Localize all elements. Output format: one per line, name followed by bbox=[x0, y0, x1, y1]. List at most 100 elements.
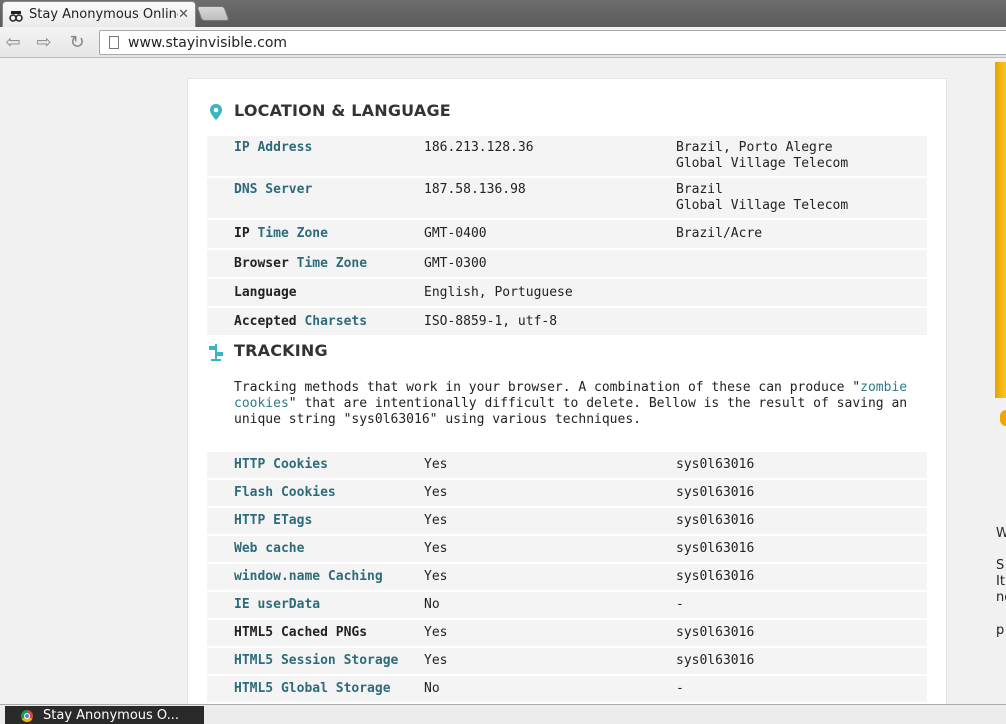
ad-badge bbox=[1000, 410, 1006, 426]
forward-icon[interactable]: ⇨ bbox=[34, 33, 54, 53]
page-viewport: LOCATION & LANGUAGE IP Address 186.213.12… bbox=[0, 59, 1006, 704]
tracking-method-label[interactable]: HTTP Cookies bbox=[207, 457, 424, 473]
incognito-icon bbox=[9, 8, 23, 22]
label-link[interactable]: IP Address bbox=[234, 140, 312, 155]
location-row-detail: Brazil/Acre bbox=[676, 226, 763, 241]
tracking-desc-text-2: " that are intentionally difficult to de… bbox=[234, 396, 908, 427]
tracking-row: HTML5 Cached PNGs Yes sys0l63016 bbox=[207, 620, 927, 646]
tracking-row: window.name Caching Yes sys0l63016 bbox=[207, 564, 927, 590]
side-text-1: W bbox=[996, 526, 1006, 541]
tracking-desc-text-1: Tracking methods that work in your brows… bbox=[234, 380, 861, 395]
location-row: IP Time Zone GMT-0400 Brazil/Acre bbox=[207, 220, 927, 248]
location-section-title: LOCATION & LANGUAGE bbox=[234, 101, 451, 120]
tracking-method-result: sys0l63016 bbox=[676, 457, 755, 472]
tracking-method-result: sys0l63016 bbox=[676, 653, 755, 668]
location-row-detail: Brazil Global Village Telecom bbox=[676, 182, 849, 213]
location-row-label: IP Time Zone bbox=[207, 226, 424, 242]
label-text: Accepted bbox=[234, 314, 305, 329]
tracking-method-result: sys0l63016 bbox=[676, 485, 755, 500]
address-bar[interactable]: www.stayinvisible.com bbox=[99, 30, 1006, 55]
signpost-icon bbox=[208, 343, 224, 361]
location-row: Accepted Charsets ISO-8859-1, utf-8 bbox=[207, 308, 927, 335]
browser-tab[interactable]: Stay Anonymous Online ✕ bbox=[2, 1, 196, 27]
label-text: Browser bbox=[234, 256, 297, 271]
location-row-value: GMT-0400 bbox=[424, 226, 487, 241]
location-row-label: IP Address bbox=[207, 140, 424, 172]
label-link[interactable]: Charsets bbox=[304, 314, 367, 329]
tracking-table: HTTP Cookies Yes sys0l63016 Flash Cookies Ye… bbox=[207, 452, 927, 704]
tab-title: Stay Anonymous Online bbox=[29, 7, 179, 22]
tracking-description: Tracking methods that work in your brows… bbox=[234, 380, 924, 428]
os-taskbar: Stay Anonymous O... bbox=[0, 704, 1006, 724]
tracking-method-result: - bbox=[676, 681, 684, 696]
tracking-method-status: Yes bbox=[424, 541, 448, 556]
side-text-4: nc bbox=[996, 590, 1006, 605]
label-link[interactable]: DNS Server bbox=[234, 182, 312, 197]
location-row-label: Language bbox=[207, 285, 424, 300]
tracking-method-status: Yes bbox=[424, 569, 448, 584]
location-row: DNS Server 187.58.136.98 Brazil Global Vil… bbox=[207, 178, 927, 218]
location-row-detail: Brazil, Porto Alegre Global Village Tele… bbox=[676, 140, 849, 171]
location-row-detail bbox=[676, 256, 926, 271]
tracking-method-status: Yes bbox=[424, 513, 448, 528]
tracking-method-label[interactable]: Web cache bbox=[207, 541, 424, 557]
tracking-method-label[interactable]: HTTP ETags bbox=[207, 513, 424, 529]
tracking-method-status: Yes bbox=[424, 485, 448, 500]
new-tab-button[interactable] bbox=[196, 6, 230, 21]
label-link[interactable]: Time Zone bbox=[257, 226, 327, 241]
label-text: IP bbox=[234, 226, 258, 241]
url-text[interactable]: www.stayinvisible.com bbox=[128, 35, 287, 51]
taskbar-window-label: Stay Anonymous O... bbox=[43, 708, 180, 723]
taskbar-window-button[interactable]: Stay Anonymous O... bbox=[5, 706, 204, 724]
tracking-row: HTTP Cookies Yes sys0l63016 bbox=[207, 452, 927, 478]
side-text-2: S bbox=[996, 558, 1005, 573]
location-row: IP Address 186.213.128.36 Brazil, Porto Al… bbox=[207, 136, 927, 176]
tab-strip: Stay Anonymous Online ✕ bbox=[0, 0, 1006, 27]
tracking-method-result: sys0l63016 bbox=[676, 513, 755, 528]
tracking-method-label[interactable]: IE userData bbox=[207, 597, 424, 613]
location-row-value: ISO-8859-1, utf-8 bbox=[424, 314, 558, 329]
location-row-value: English, Portuguese bbox=[424, 285, 573, 300]
label-link[interactable]: Time Zone bbox=[297, 256, 367, 271]
tracking-row: Web cache Yes sys0l63016 bbox=[207, 536, 927, 562]
map-pin-icon bbox=[208, 103, 224, 121]
tracking-method-label: HTML5 Cached PNGs bbox=[234, 625, 368, 640]
location-row-label: DNS Server bbox=[207, 182, 424, 214]
tracking-method-label[interactable]: Flash Cookies bbox=[207, 485, 424, 501]
location-row-value: GMT-0300 bbox=[424, 256, 487, 271]
tracking-method-result: sys0l63016 bbox=[676, 541, 755, 556]
tracking-method-label[interactable]: HTML5 Session Storage bbox=[207, 653, 424, 669]
ad-banner[interactable] bbox=[995, 62, 1006, 398]
close-tab-icon[interactable]: ✕ bbox=[178, 7, 189, 22]
tracking-method-status: Yes bbox=[424, 653, 448, 668]
tracking-method-result: sys0l63016 bbox=[676, 569, 755, 584]
tracking-method-status: Yes bbox=[424, 625, 448, 640]
location-table: IP Address 186.213.128.36 Brazil, Porto Al… bbox=[207, 136, 927, 337]
tracking-row: HTML5 Session Storage Yes sys0l63016 bbox=[207, 648, 927, 674]
label-text: Language bbox=[234, 285, 297, 300]
tracking-method-status: Yes bbox=[424, 457, 448, 472]
tracking-row: HTTP ETags Yes sys0l63016 bbox=[207, 508, 927, 534]
location-row-detail bbox=[676, 285, 926, 300]
location-row: Browser Time Zone GMT-0300 bbox=[207, 250, 927, 277]
location-row: Language English, Portuguese bbox=[207, 279, 927, 306]
browser-toolbar: ⇦ ⇨ ↻ www.stayinvisible.com bbox=[0, 27, 1006, 58]
side-text-3: It bbox=[996, 574, 1005, 589]
back-icon[interactable]: ⇦ bbox=[3, 33, 23, 53]
content-panel: LOCATION & LANGUAGE IP Address 186.213.12… bbox=[187, 78, 947, 704]
location-row-label: Browser Time Zone bbox=[207, 256, 424, 271]
tracking-method-status: No bbox=[424, 681, 440, 696]
reload-icon[interactable]: ↻ bbox=[67, 33, 87, 53]
location-row-label: Accepted Charsets bbox=[207, 314, 424, 329]
tracking-row: IE userData No - bbox=[207, 592, 927, 618]
tracking-row: HTML5 Global Storage No - bbox=[207, 676, 927, 702]
location-row-value: 187.58.136.98 bbox=[424, 182, 526, 197]
side-text-5: p bbox=[996, 623, 1005, 638]
location-row-detail bbox=[676, 314, 926, 329]
tracking-method-label[interactable]: window.name Caching bbox=[207, 569, 424, 585]
chrome-icon bbox=[21, 709, 33, 722]
tracking-method-result: - bbox=[676, 597, 684, 612]
location-row-value: 186.213.128.36 bbox=[424, 140, 534, 155]
page-icon bbox=[109, 36, 119, 49]
tracking-method-label[interactable]: HTML5 Global Storage bbox=[207, 681, 424, 697]
